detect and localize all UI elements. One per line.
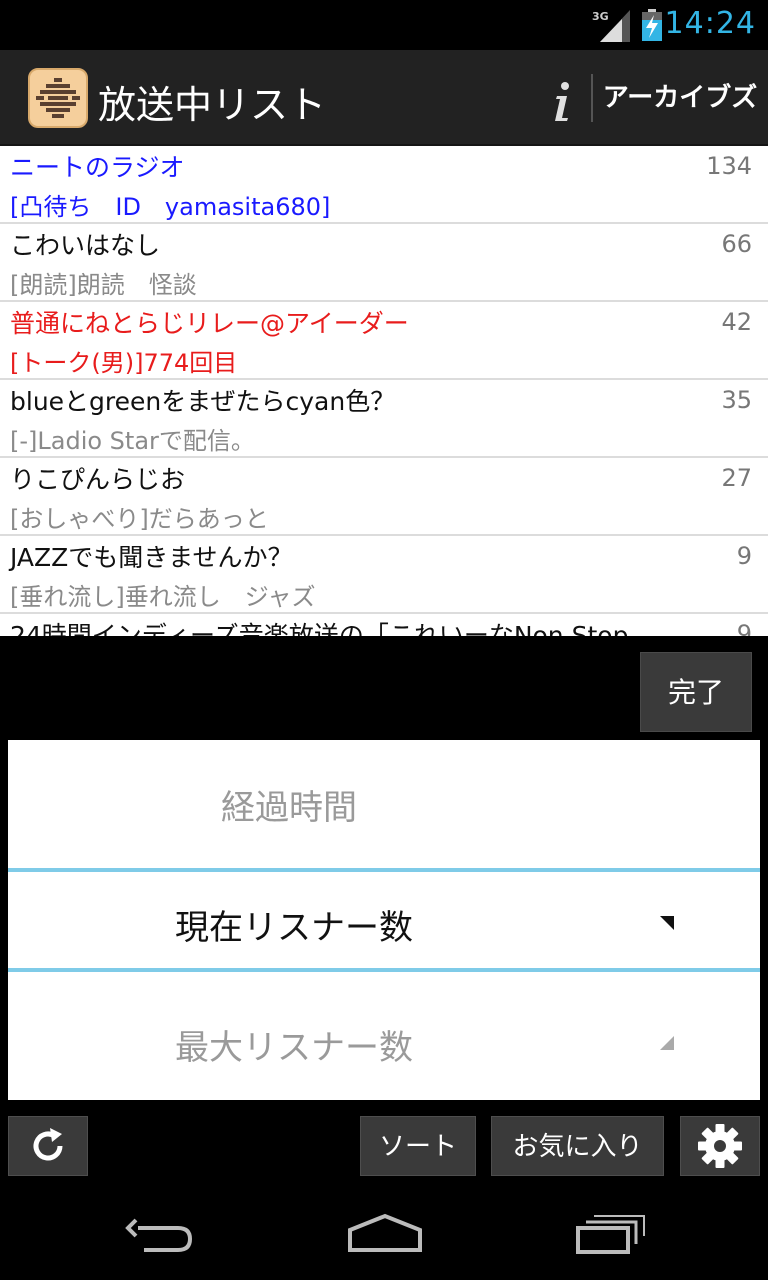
station-list[interactable]: ニートのラジオ 134 [凸待ち ID yamasita680] こわいはなし 66 [朗…	[0, 146, 768, 636]
station-subtitle: [朗読]朗読 怪談	[10, 271, 197, 299]
info-icon	[555, 82, 569, 121]
home-button[interactable]	[340, 1206, 430, 1266]
station-title: ニートのラジオ	[10, 153, 185, 182]
station-title: JAZZでも聞きませんか？	[10, 543, 293, 572]
station-subtitle: [-]Ladio Starで配信。	[10, 427, 255, 455]
station-row[interactable]: こわいはなし 66 [朗読]朗読 怪談	[0, 224, 768, 302]
picker-selection-bottom-line	[8, 968, 760, 972]
recent-apps-icon	[576, 1215, 645, 1254]
back-icon	[125, 1218, 193, 1252]
gear-icon	[698, 1124, 742, 1168]
bottom-toolbar: ソート お気に入り	[0, 1106, 768, 1192]
page-title: 放送中リスト	[98, 83, 327, 127]
back-button[interactable]	[114, 1206, 204, 1266]
navigation-bar	[0, 1192, 768, 1280]
station-subtitle: [凸待ち ID yamasita680]	[10, 193, 331, 221]
picker-option-elapsed-time[interactable]: 経過時間	[8, 780, 760, 829]
picker-option-current-listeners[interactable]: 現在リスナー数	[8, 900, 760, 949]
status-time: 14:24	[664, 6, 756, 41]
favorites-button[interactable]: お気に入り	[491, 1116, 664, 1176]
sort-button[interactable]: ソート	[360, 1116, 476, 1176]
refresh-button[interactable]	[8, 1116, 88, 1176]
battery-charging-icon	[642, 9, 662, 41]
listener-count: 9	[736, 620, 752, 636]
listener-count: 66	[721, 230, 752, 258]
listener-count: 134	[706, 152, 752, 180]
info-button[interactable]	[540, 66, 584, 130]
listener-count: 9	[736, 542, 752, 570]
station-row[interactable]: 24時間インディーズ音楽放送の「これいーなNon Stop 9	[0, 614, 768, 636]
refresh-icon	[33, 1128, 63, 1161]
station-row[interactable]: blueとgreenをまぜたらcyan色？ 35 [-]Ladio Starで配信。	[0, 380, 768, 458]
sort-picker-panel: 完了 経過時間 現在リスナー数 最大リスナー数	[0, 636, 768, 1106]
station-title: 24時間インディーズ音楽放送の「これいーなNon Stop	[10, 621, 629, 636]
station-row[interactable]: りこぴんらじお 27 [おしゃべり]だらあっと	[0, 458, 768, 536]
archives-button[interactable]: アーカイブズ	[598, 70, 762, 126]
done-button[interactable]: 完了	[640, 652, 752, 732]
sort-ascending-icon	[660, 1036, 674, 1050]
station-row[interactable]: JAZZでも聞きませんか？ 9 [垂れ流し]垂れ流し ジャズ	[0, 536, 768, 614]
station-title: りこぴんらじお	[10, 465, 186, 494]
app-logo-icon[interactable]	[28, 68, 88, 128]
station-title: blueとgreenをまぜたらcyan色？	[10, 387, 396, 416]
picker-option-max-listeners[interactable]: 最大リスナー数	[8, 1020, 760, 1069]
svg-text:3G: 3G	[592, 10, 609, 23]
station-row[interactable]: 普通にねとらじリレー@アイーダー 42 [トーク(男)]774回目	[0, 302, 768, 380]
listener-count: 27	[721, 464, 752, 492]
home-icon	[348, 1213, 422, 1252]
station-title: 普通にねとらじリレー@アイーダー	[10, 309, 409, 338]
actionbar-divider	[591, 74, 593, 122]
station-subtitle: [垂れ流し]垂れ流し ジャズ	[10, 583, 316, 611]
status-bar: 3G 14:24	[0, 0, 768, 50]
station-subtitle: [トーク(男)]774回目	[10, 349, 238, 377]
listener-count: 35	[721, 386, 752, 414]
station-title: こわいはなし	[10, 231, 161, 260]
picker-selection-top-line	[8, 868, 760, 872]
settings-button[interactable]	[680, 1116, 760, 1176]
listener-count: 42	[721, 308, 752, 336]
sort-picker[interactable]: 経過時間 現在リスナー数 最大リスナー数	[8, 740, 760, 1100]
signal-3g-icon: 3G	[592, 10, 630, 42]
sort-descending-icon	[660, 916, 674, 930]
recent-apps-button[interactable]	[564, 1206, 654, 1266]
action-bar: 放送中リスト アーカイブズ	[0, 50, 768, 146]
station-row[interactable]: ニートのラジオ 134 [凸待ち ID yamasita680]	[0, 146, 768, 224]
station-subtitle: [おしゃべり]だらあっと	[10, 505, 269, 533]
